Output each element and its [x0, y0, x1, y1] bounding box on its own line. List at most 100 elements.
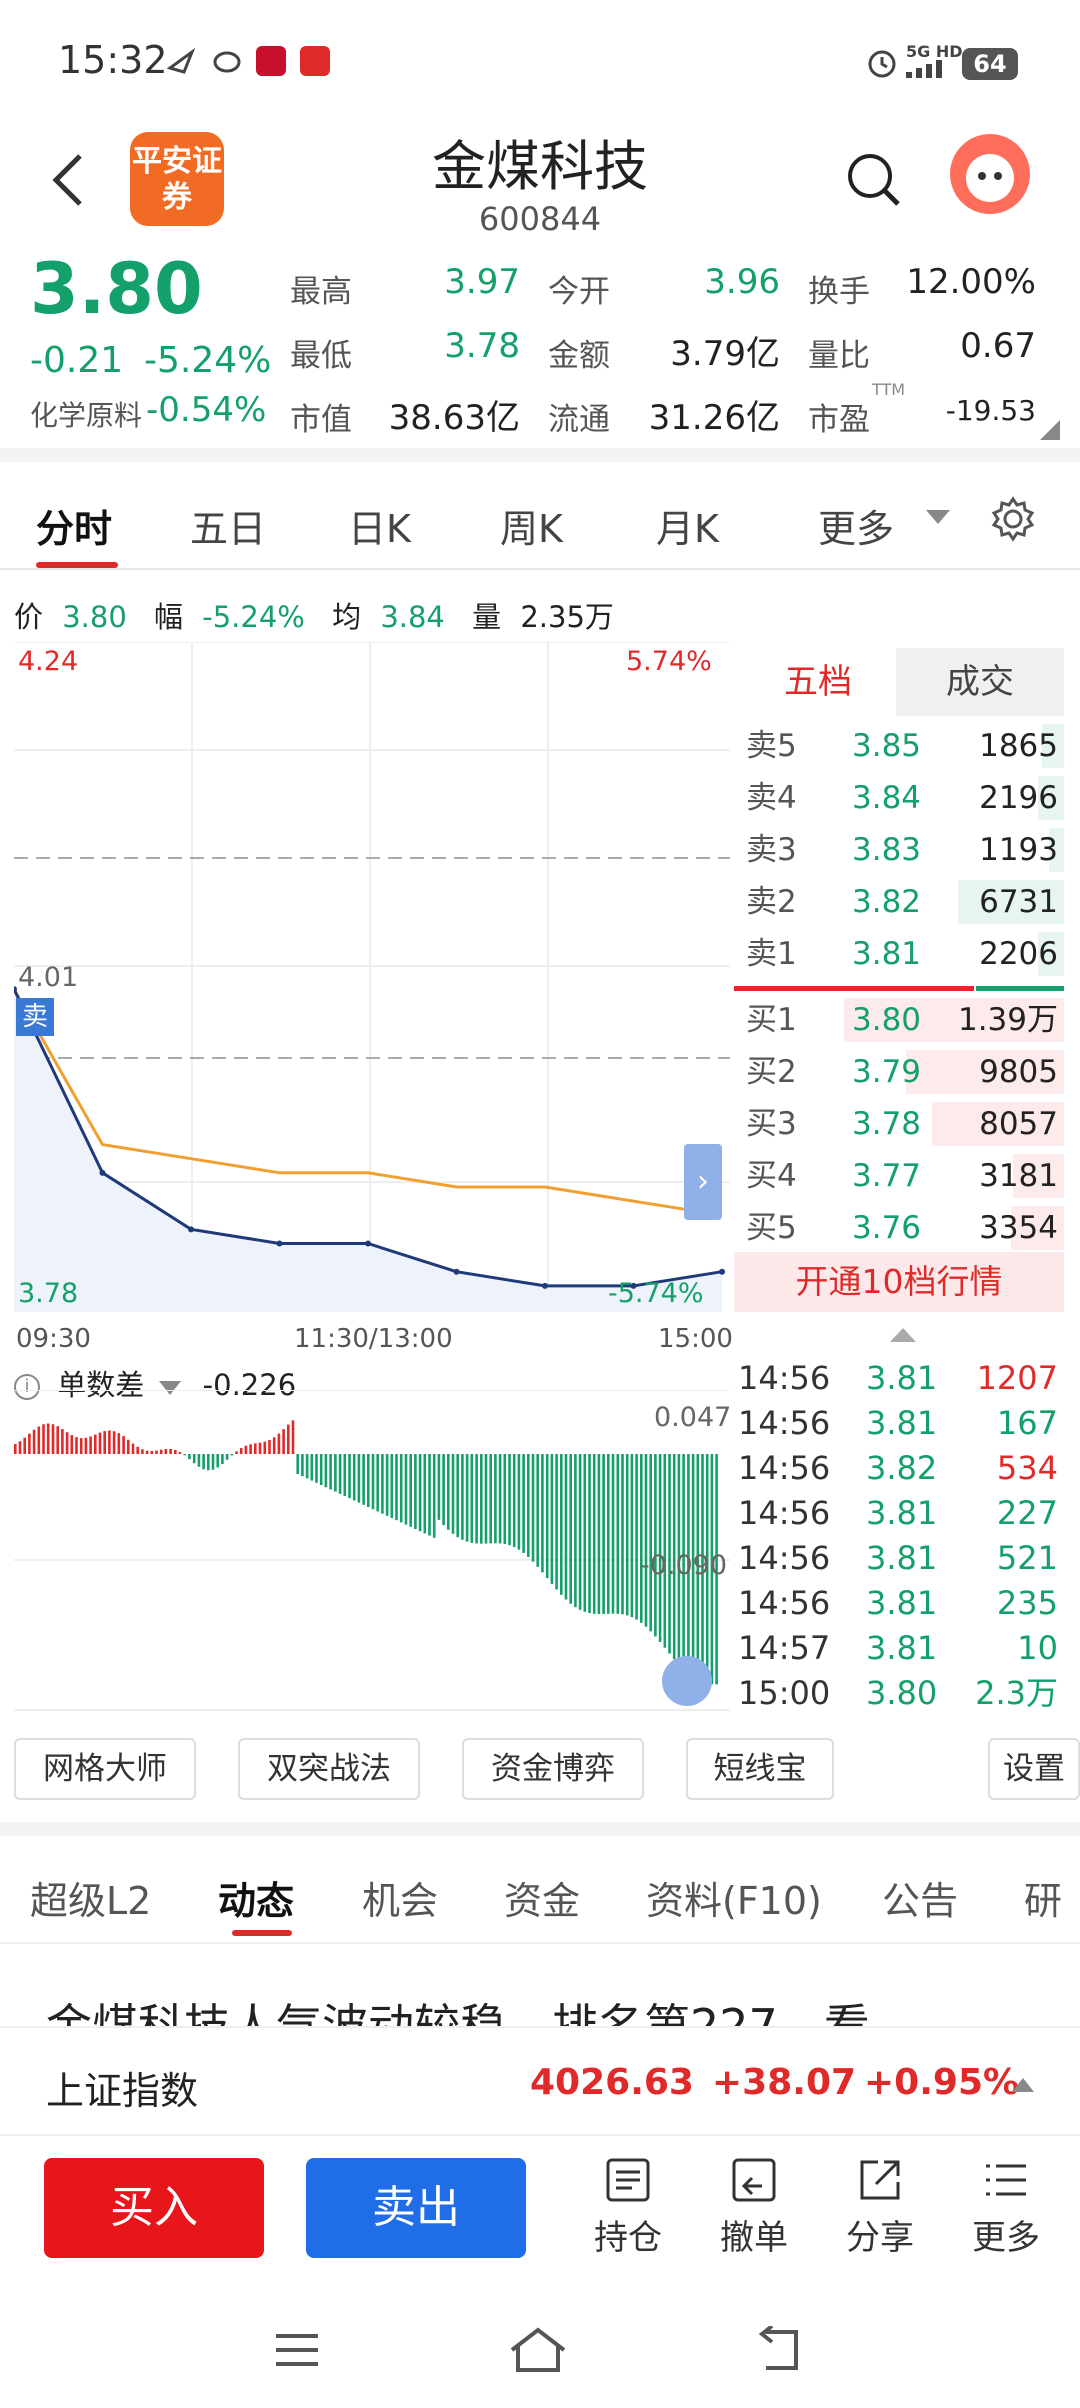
indicator-bar [268, 1439, 271, 1454]
quote-value-turnover: 12.00% [906, 262, 1036, 302]
orderbook-row[interactable]: 买5 3.76 3354 [734, 1202, 1064, 1254]
indicator-bar [423, 1454, 427, 1534]
indicator-bar [381, 1454, 384, 1514]
orderbook-row[interactable]: 卖1 3.81 2206 [734, 928, 1064, 980]
more-button[interactable]: 更多 [956, 2156, 1056, 2259]
intraday-chart[interactable] [14, 642, 730, 1322]
indicator-bar [385, 1454, 389, 1516]
index-value: 4026.63 [530, 2062, 694, 2103]
tab-trades[interactable]: 成交 [896, 648, 1064, 716]
indicator-bar [108, 1430, 111, 1454]
indicator-bar [258, 1442, 262, 1454]
indicator-bar [329, 1454, 332, 1490]
level-volume: 8057 [979, 1106, 1058, 1142]
indicator-bar [216, 1454, 219, 1468]
orderbook-row[interactable]: 卖2 3.82 6731 [734, 876, 1064, 928]
tab-funds[interactable]: 资金 [504, 1870, 580, 1925]
indicator-bar [555, 1454, 558, 1590]
collapse-up-icon[interactable] [890, 1326, 916, 1346]
orderbook-row[interactable]: 买2 3.79 9805 [734, 1046, 1064, 1098]
assistant-avatar-icon[interactable] [950, 134, 1030, 214]
dropdown-triangle-icon[interactable] [926, 510, 950, 530]
indicator-bar [409, 1454, 412, 1527]
tool-short-term[interactable]: 短线宝 [686, 1738, 834, 1800]
index-pct: +0.95% [864, 2062, 1020, 2103]
trade-volume: 235 [996, 1584, 1058, 1622]
alarm-icon [866, 46, 898, 82]
tool-fund-game[interactable]: 资金博弈 [462, 1738, 644, 1800]
tab-intraday[interactable]: 分时 [36, 498, 112, 553]
cancel-order-button[interactable]: 撤单 [704, 2156, 804, 2259]
holdings-button[interactable]: 持仓 [578, 2156, 678, 2259]
news-headline[interactable]: 金煤科技人气波动较稳，排名第227，看 [46, 1990, 1080, 2026]
indicator-bar [103, 1431, 106, 1454]
axis-time-mid: 11:30/13:00 [294, 1324, 453, 1354]
status-bar: 15:32 5G HD 64 [0, 0, 1080, 120]
tab-monthly-k[interactable]: 月K [656, 498, 719, 553]
share-button[interactable]: 分享 [830, 2156, 930, 2259]
tool-double-breakout[interactable]: 双突战法 [238, 1738, 420, 1800]
signal-icon [906, 60, 956, 82]
indicator-bar [503, 1454, 507, 1545]
tab-five-levels[interactable]: 五档 [734, 648, 902, 716]
trade-row: 14:56 3.81 235 [734, 1581, 1064, 1626]
tab-f10[interactable]: 资料(F10) [646, 1870, 822, 1925]
tab-weekly-k[interactable]: 周K [500, 498, 563, 553]
fullscreen-icon[interactable] [662, 1656, 712, 1706]
indicator-bar [207, 1454, 210, 1471]
index-ticker[interactable]: 上证指数 4026.63 +38.07 +0.95% [0, 2026, 1080, 2136]
trade-volume: 2.3万 [975, 1674, 1058, 1712]
buy-button[interactable]: 买入 [44, 2158, 264, 2258]
tab-more[interactable]: 更多 [818, 498, 894, 553]
indicator-bar [432, 1454, 436, 1538]
indicator-bar [291, 1420, 295, 1454]
orderbook-row[interactable]: 卖3 3.83 1193 [734, 824, 1064, 876]
indicator-top: 0.047 [654, 1402, 732, 1433]
tab-research[interactable]: 研 [1024, 1870, 1062, 1925]
indicator-bar [159, 1449, 163, 1454]
orderbook-row[interactable]: 买3 3.78 8057 [734, 1098, 1064, 1150]
trade-volume: 227 [996, 1494, 1058, 1532]
sell-marker[interactable]: 卖 [16, 998, 54, 1036]
menu-list-icon [986, 2164, 1026, 2196]
tab-5day[interactable]: 五日 [190, 498, 266, 553]
sell-button[interactable]: 卖出 [306, 2158, 526, 2258]
tab-super-l2[interactable]: 超级L2 [30, 1870, 151, 1925]
sector-label[interactable]: 化学原料 [30, 394, 142, 434]
nav-menu-icon[interactable] [272, 2330, 322, 2374]
trade-time: 14:56 [738, 1494, 831, 1532]
indicator-bar [244, 1445, 248, 1454]
orderbook-row[interactable]: 卖5 3.85 1865 [734, 720, 1064, 772]
clock: 15:32 [58, 38, 168, 82]
tab-daily-k[interactable]: 日K [348, 498, 411, 553]
indicator-bar [597, 1454, 601, 1615]
settings-gear-icon[interactable] [990, 496, 1036, 546]
tab-opportunity[interactable]: 机会 [362, 1870, 438, 1925]
orderbook-row[interactable]: 买1 3.80 1.39万 [734, 994, 1064, 1046]
holdings-label: 持仓 [594, 2218, 662, 2258]
indicator-bar [447, 1454, 450, 1530]
send-icon [166, 46, 196, 76]
open-level10-button[interactable]: 开通10档行情 [734, 1252, 1064, 1312]
expand-chart-arrow-icon[interactable]: › [684, 1144, 722, 1220]
indicator-bar [272, 1437, 276, 1454]
indicator-bar [112, 1431, 116, 1454]
indicator-bar [564, 1454, 568, 1600]
tab-news-feed[interactable]: 动态 [218, 1870, 294, 1925]
indicator-bar [658, 1454, 662, 1642]
orderbook-row[interactable]: 卖4 3.84 2196 [734, 772, 1064, 824]
nav-home-icon[interactable] [508, 2326, 568, 2378]
tab-announcement[interactable]: 公告 [882, 1870, 958, 1925]
indicator-bar [607, 1454, 610, 1614]
tool-grid-master[interactable]: 网格大师 [14, 1738, 196, 1800]
orderbook-row[interactable]: 买4 3.77 3181 [734, 1150, 1064, 1202]
indicator-bar [348, 1454, 351, 1499]
expand-corner-icon[interactable] [1040, 420, 1060, 444]
nav-back-icon[interactable] [752, 2324, 804, 2378]
price-change-pct: -5.24% [144, 340, 272, 381]
tool-settings[interactable]: 设置 [988, 1738, 1080, 1800]
search-icon[interactable] [846, 152, 902, 208]
level-volume: 9805 [979, 1054, 1058, 1090]
battery-icon: 64 [962, 48, 1018, 80]
indicator-bar [315, 1454, 318, 1483]
